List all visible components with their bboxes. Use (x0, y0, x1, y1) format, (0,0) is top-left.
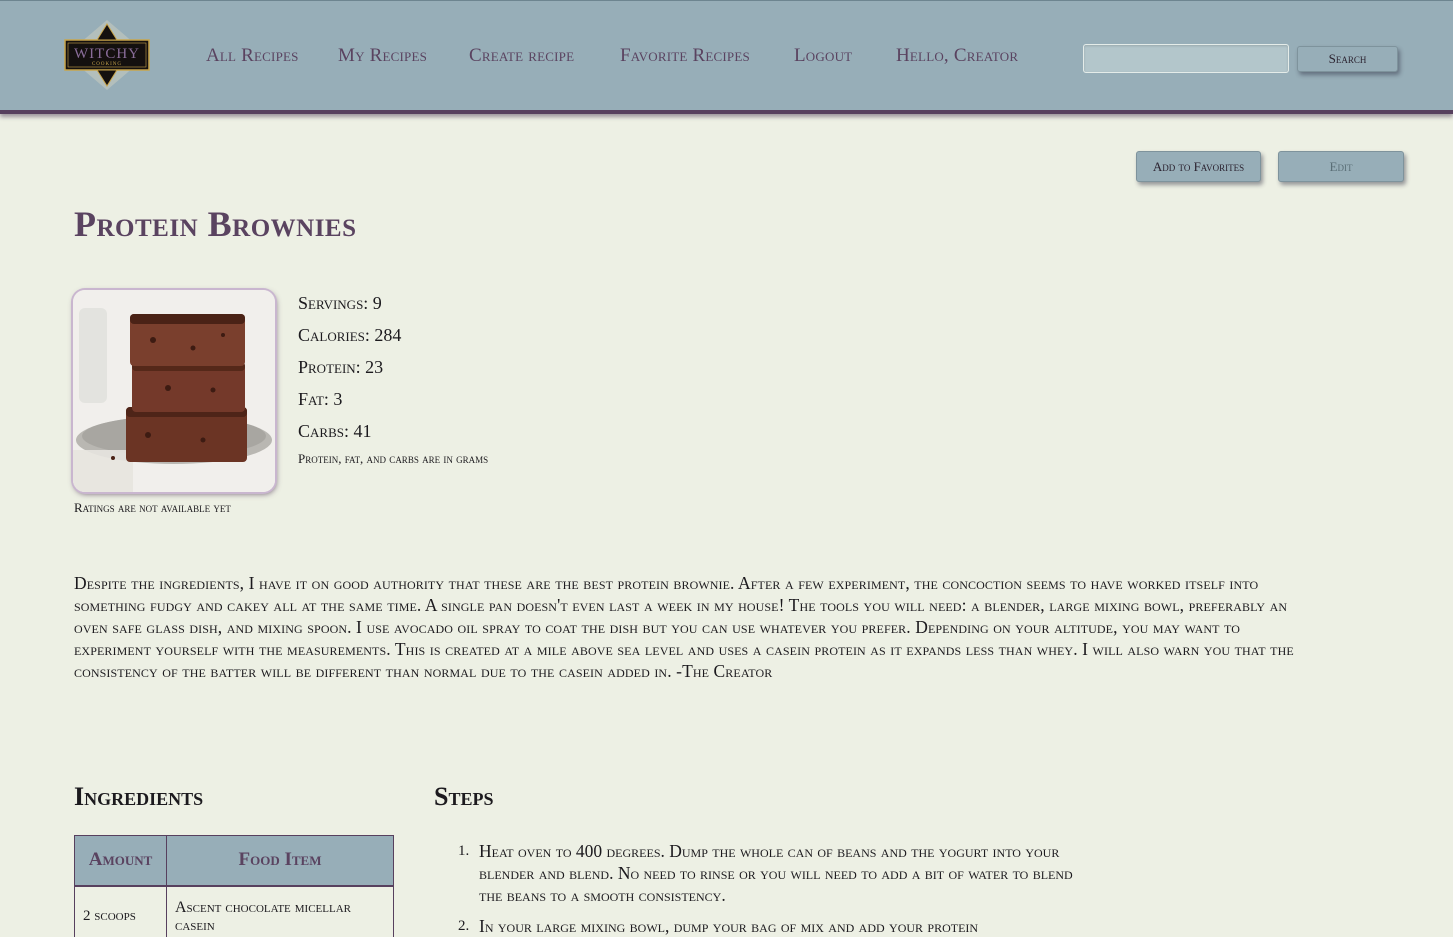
nav-all-recipes[interactable]: All Recipes (206, 45, 299, 67)
nav-create-recipe[interactable]: Create recipe (469, 45, 574, 67)
step-text: In your large mixing bowl, dump your bag… (479, 916, 979, 936)
ingredients-header-row: Amount Food Item (74, 835, 394, 887)
recipe-description: Despite the ingredients, I have it on go… (74, 573, 1294, 681)
witchy-cooking-logo[interactable]: WITCHY COOKING (62, 18, 152, 92)
edit-button[interactable]: Edit (1278, 151, 1404, 182)
nav-user-greeting[interactable]: Hello, Creator (896, 45, 1018, 67)
ingredient-amount: 2 scoops (74, 885, 167, 937)
food-item-column-header: Food Item (166, 835, 394, 887)
step-text: Heat oven to 400 degrees. Dump the whole… (479, 841, 1073, 905)
nav-my-recipes[interactable]: My Recipes (338, 45, 427, 67)
table-row: 2 scoops Ascent chocolate micellar casei… (74, 885, 394, 937)
servings-stat: Servings: 9 (298, 293, 382, 313)
ingredient-item: Ascent chocolate micellar casein (166, 885, 394, 937)
amount-column-header: Amount (74, 835, 167, 887)
list-item: 2. In your large mixing bowl, dump your … (458, 915, 1088, 937)
navbar: WITCHY COOKING All Recipes My Recipes Cr… (0, 0, 1453, 114)
recipe-photo (73, 290, 275, 492)
step-number: 1. (458, 843, 470, 859)
list-item: 1. Heat oven to 400 degrees. Dump the wh… (458, 840, 1088, 906)
recipe-title: Protein Brownies (74, 204, 357, 244)
nav-favorite-recipes[interactable]: Favorite Recipes (620, 45, 750, 67)
calories-stat: Calories: 284 (298, 325, 402, 345)
svg-text:WITCHY: WITCHY (74, 46, 140, 62)
protein-stat: Protein: 23 (298, 357, 384, 377)
step-number: 2. (458, 918, 470, 934)
steps-heading: Steps (434, 782, 494, 811)
ratings-text: Ratings are not available yet (74, 500, 231, 515)
nav-logout[interactable]: Logout (794, 45, 852, 67)
ingredients-table: Amount Food Item 2 scoops Ascent chocola… (74, 835, 394, 937)
search-input[interactable] (1083, 44, 1289, 73)
svg-text:COOKING: COOKING (92, 62, 122, 67)
carbs-stat: Carbs: 41 (298, 421, 372, 441)
macros-unit-note: Protein, fat, and carbs are in grams (298, 451, 489, 466)
search-button[interactable]: Search (1297, 46, 1398, 72)
fat-stat: Fat: 3 (298, 389, 343, 409)
steps-list: 1. Heat oven to 400 degrees. Dump the wh… (458, 840, 1088, 937)
ingredients-heading: Ingredients (74, 782, 204, 811)
add-to-favorites-button[interactable]: Add to Favorites (1136, 151, 1261, 182)
